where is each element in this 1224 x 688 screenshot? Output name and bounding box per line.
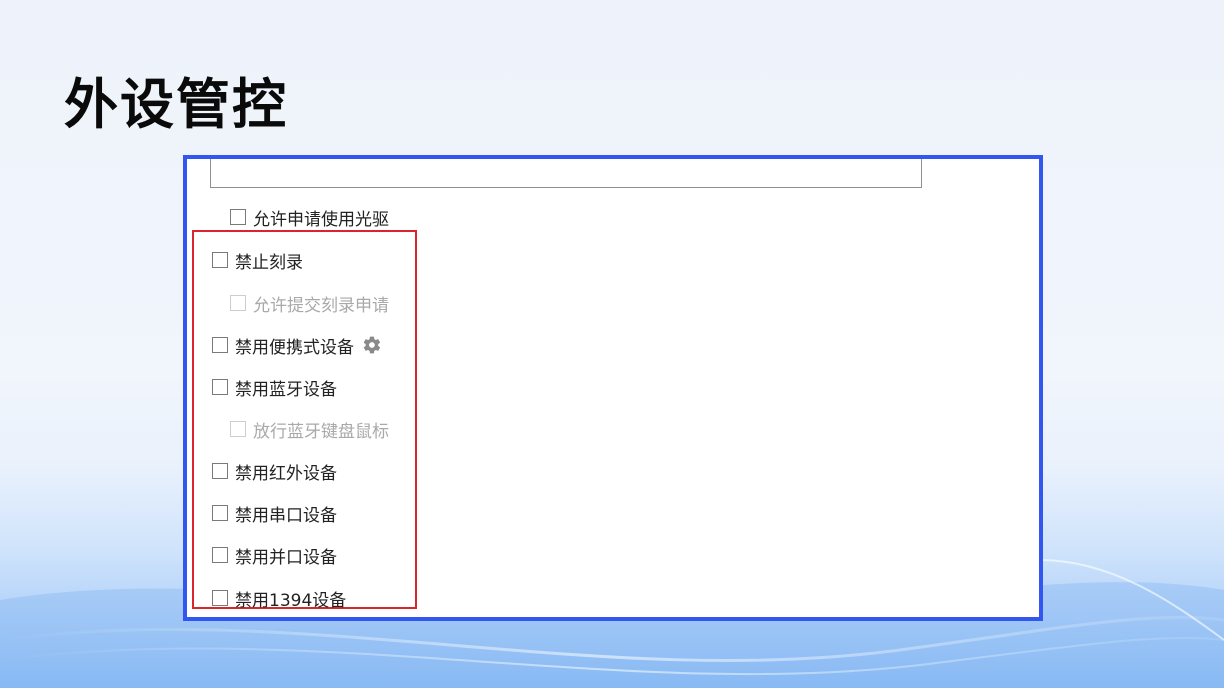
gear-icon[interactable]: [362, 335, 382, 355]
option-disable-serial-port[interactable]: 禁用串口设备: [212, 501, 337, 526]
option-disable-bluetooth[interactable]: 禁用蓝牙设备: [212, 375, 337, 400]
text-input-field[interactable]: [210, 159, 922, 188]
option-disable-infrared[interactable]: 禁用红外设备: [212, 459, 337, 484]
checkbox[interactable]: [230, 209, 246, 225]
option-label: 禁用蓝牙设备: [235, 379, 337, 400]
checkbox: [230, 295, 246, 311]
checkbox[interactable]: [212, 252, 228, 268]
option-allow-burn-request: 允许提交刻录申请: [230, 291, 389, 316]
checkbox[interactable]: [212, 463, 228, 479]
checkbox[interactable]: [212, 547, 228, 563]
option-label: 禁用红外设备: [235, 463, 337, 484]
option-allow-bluetooth-keyboard-mouse: 放行蓝牙键盘鼠标: [230, 417, 389, 442]
option-label: 禁用并口设备: [235, 547, 337, 568]
option-disable-parallel-port[interactable]: 禁用并口设备: [212, 543, 337, 568]
option-label: 禁用便携式设备: [235, 337, 354, 358]
slide-title: 外设管控: [64, 73, 288, 136]
option-label: 允许申请使用光驱: [253, 209, 389, 230]
option-disable-1394[interactable]: 禁用1394设备: [212, 586, 347, 611]
option-label: 放行蓝牙键盘鼠标: [253, 421, 389, 442]
checkbox: [230, 421, 246, 437]
checkbox[interactable]: [212, 590, 228, 606]
option-disable-portable-devices[interactable]: 禁用便携式设备: [212, 333, 382, 358]
option-allow-cd-request[interactable]: 允许申请使用光驱: [230, 205, 389, 230]
option-label: 允许提交刻录申请: [253, 295, 389, 316]
checkbox[interactable]: [212, 505, 228, 521]
checkbox[interactable]: [212, 337, 228, 353]
checkbox[interactable]: [212, 379, 228, 395]
option-label: 禁用1394设备: [235, 590, 347, 611]
option-label: 禁止刻录: [235, 252, 303, 273]
option-label: 禁用串口设备: [235, 505, 337, 526]
option-disable-burning[interactable]: 禁止刻录: [212, 248, 303, 273]
settings-panel: 允许申请使用光驱 禁止刻录 允许提交刻录申请 禁用便携式设备 禁用蓝牙设备 放行…: [183, 155, 1043, 621]
